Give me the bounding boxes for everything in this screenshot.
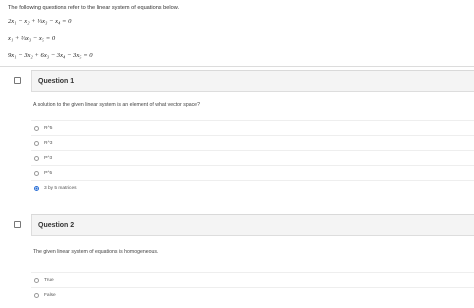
- radio-button[interactable]: [34, 292, 39, 298]
- radio-button[interactable]: [34, 140, 39, 146]
- question-2-header: Question 2: [31, 215, 474, 236]
- equation-3: 9x₁ − 3x₂ + 6x₃ − 3x₄ − 3x₅ = 0: [8, 52, 93, 59]
- question-1-header: Question 1: [31, 71, 474, 92]
- radio-button[interactable]: [34, 155, 39, 161]
- radio-button[interactable]: [34, 277, 39, 283]
- option-label: P^3: [44, 155, 53, 161]
- radio-button[interactable]: [34, 170, 39, 176]
- question-1-title: Question 1: [38, 77, 75, 85]
- flag-question-2-checkbox[interactable]: [14, 221, 21, 228]
- radio-button[interactable]: [34, 125, 39, 131]
- option-label: P^5: [44, 170, 53, 176]
- flag-question-1-checkbox[interactable]: [14, 77, 21, 84]
- q1-option-1[interactable]: R^5: [31, 120, 474, 135]
- q2-option-2[interactable]: False: [31, 287, 474, 302]
- instructions-text: The following questions refer to the lin…: [8, 5, 180, 11]
- option-label: True: [44, 277, 54, 283]
- q1-option-4[interactable]: P^5: [31, 165, 474, 180]
- question-2-text: The given linear system of equations is …: [33, 249, 159, 255]
- question-2-card: Question 2 The given linear system of eq…: [14, 214, 474, 302]
- option-label: False: [44, 292, 56, 298]
- radio-button-selected[interactable]: [34, 185, 39, 191]
- q2-option-1[interactable]: True: [31, 272, 474, 287]
- equation-1: 2x₁ − x₂ + ⅓x₃ − x₄ = 0: [8, 18, 72, 25]
- section-divider: [0, 66, 474, 67]
- option-label: R^5: [44, 125, 53, 131]
- question-1-text: A solution to the given linear system is…: [33, 102, 200, 108]
- q1-option-2[interactable]: R^3: [31, 135, 474, 150]
- equation-system: 2x₁ − x₂ + ⅓x₃ − x₄ = 0 x₁ + ⅔x₃ − x₅ = …: [8, 16, 93, 67]
- option-label: R^3: [44, 140, 53, 146]
- question-2-title: Question 2: [38, 221, 75, 229]
- equation-2: x₁ + ⅔x₃ − x₅ = 0: [8, 35, 56, 42]
- option-label: 3 by 5 matrices: [44, 185, 77, 191]
- q1-option-3[interactable]: P^3: [31, 150, 474, 165]
- question-1-card: Question 1 A solution to the given linea…: [14, 70, 474, 195]
- q1-option-5[interactable]: 3 by 5 matrices: [31, 180, 474, 195]
